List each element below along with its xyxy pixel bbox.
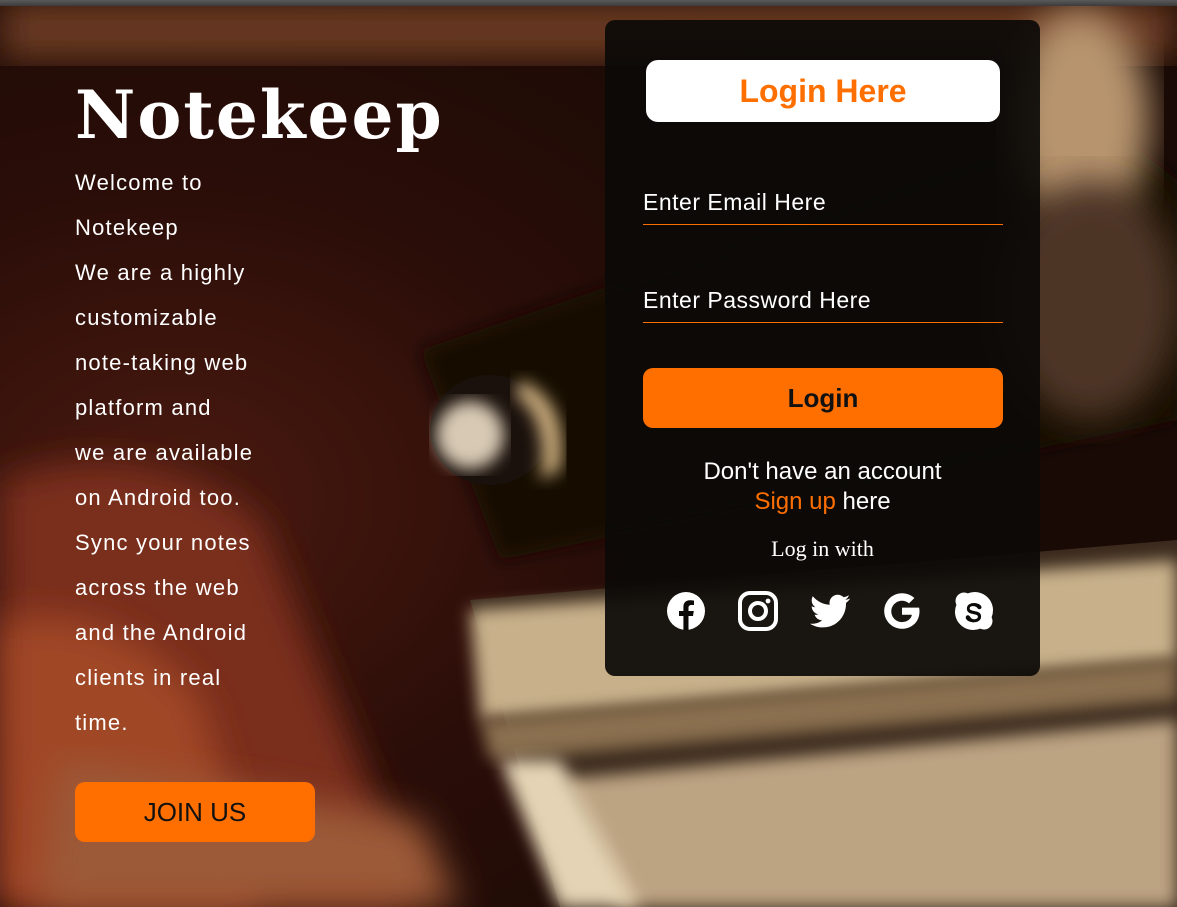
join-us-button[interactable]: JOIN US (75, 782, 315, 842)
signup-link[interactable]: Sign up (754, 488, 835, 515)
intro-line: platform and (75, 395, 212, 420)
email-field[interactable] (643, 180, 1003, 225)
intro-section: Notekeep Welcome to Notekeep We are a hi… (75, 70, 444, 842)
intro-line: We are a highly (75, 260, 246, 285)
login-with-label: Log in with (771, 536, 874, 561)
twitter-icon[interactable] (809, 590, 851, 632)
signup-prompt: Don't have an account Sign up here (605, 457, 1040, 517)
instagram-icon[interactable] (737, 590, 779, 632)
intro-line: on Android too. (75, 485, 242, 510)
signup-suffix: here (835, 488, 891, 515)
intro-line: and the Android (75, 620, 248, 645)
google-icon[interactable] (881, 590, 923, 632)
login-card: Login Here Login Don't have an account S… (605, 20, 1040, 676)
login-title: Login Here (646, 60, 1000, 122)
intro-line: Notekeep (75, 215, 179, 240)
intro-line: clients in real (75, 665, 222, 690)
intro-line: across the web (75, 575, 240, 600)
intro-line: we are available (75, 440, 254, 465)
brand-title: Notekeep (75, 76, 444, 154)
intro-line: Welcome to (75, 170, 203, 195)
login-page: Notekeep Welcome to Notekeep We are a hi… (0, 0, 1177, 907)
intro-line: note-taking web (75, 350, 249, 375)
password-field[interactable] (643, 278, 1003, 323)
intro-line: time. (75, 710, 129, 735)
no-account-text: Don't have an account (703, 458, 942, 485)
browser-top-edge (0, 0, 1177, 6)
intro-text: Welcome to Notekeep We are a highly cust… (75, 160, 290, 745)
skype-icon[interactable] (953, 590, 995, 632)
login-button[interactable]: Login (643, 368, 1003, 428)
facebook-icon[interactable] (665, 590, 707, 632)
intro-line: customizable (75, 305, 218, 330)
intro-line: Sync your notes (75, 530, 251, 555)
social-login-icons (665, 590, 995, 632)
